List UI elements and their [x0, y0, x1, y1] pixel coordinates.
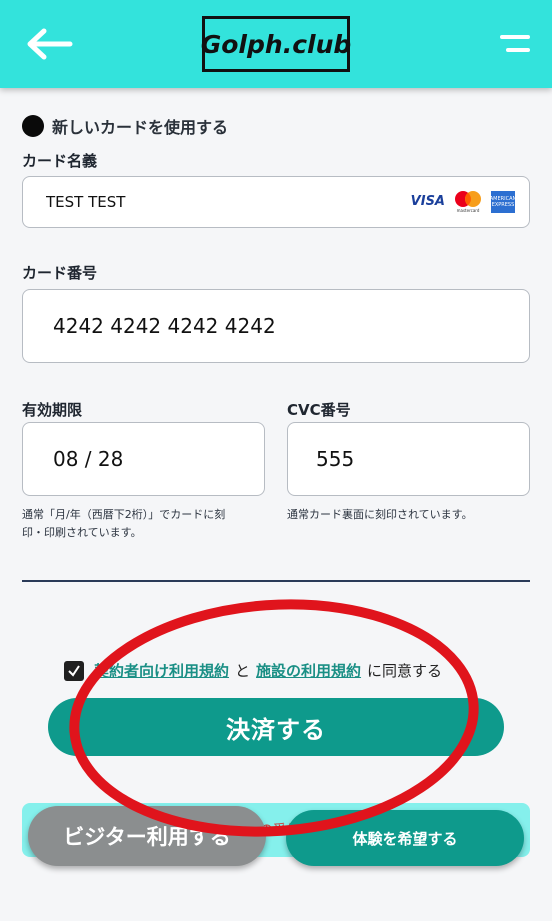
cvc-hint: 通常カード裏面に刻印されています。 — [287, 508, 473, 521]
expiry-hint-line2: 印・印刷されています。 — [22, 526, 142, 539]
visitor-use-button[interactable]: ビジター利用する — [28, 806, 266, 866]
app-header: Golph.club — [0, 0, 552, 88]
visa-icon: VISA — [410, 194, 445, 209]
menu-button[interactable] — [498, 30, 532, 58]
section-divider — [22, 580, 530, 582]
expiry-label: 有効期限 — [22, 401, 83, 419]
expiry-hint-line1: 通常「月/年（西暦下2桁）」でカードに刻 — [22, 508, 226, 521]
trial-request-button[interactable]: 体験を希望する — [286, 810, 524, 866]
amex-icon: AMERICAN EXPRESS — [490, 190, 516, 213]
new-card-label: 新しいカードを使用する — [52, 118, 229, 137]
agreement-suffix: に同意する — [367, 662, 443, 680]
golph-club-logo: Golph.club — [201, 16, 351, 72]
terms-checkbox[interactable] — [64, 660, 84, 681]
expiry-input[interactable] — [53, 423, 264, 495]
expiry-hint: 通常「月/年（西暦下2桁）」でカードに刻 印・印刷されています。 — [22, 506, 272, 542]
card-number-input[interactable] — [53, 290, 529, 362]
card-number-label: カード番号 — [22, 264, 98, 282]
card-name-field[interactable]: VISA mastercard AMERICAN EXPRESS — [22, 176, 530, 228]
agreement-connector: と — [235, 662, 251, 680]
cvc-label: CVC番号 — [287, 401, 351, 419]
mastercard-caption: mastercard — [456, 208, 480, 213]
menu-icon — [500, 35, 530, 52]
expiry-field[interactable] — [22, 422, 265, 496]
radio-selected-icon[interactable] — [22, 115, 44, 137]
cvc-input[interactable] — [316, 423, 529, 495]
card-brand-logos: VISA mastercard AMERICAN EXPRESS — [410, 190, 516, 213]
card-name-label: カード名義 — [22, 152, 98, 170]
terms-agreement: 契約者向け利用規約 と 施設の利用規約 に同意する — [64, 660, 442, 681]
checkmark-icon — [68, 664, 80, 677]
card-number-field[interactable] — [22, 289, 530, 363]
cvc-field[interactable] — [287, 422, 530, 496]
mastercard-icon: mastercard — [453, 190, 483, 213]
new-card-option[interactable]: 新しいカードを使用する — [22, 114, 228, 138]
back-button[interactable] — [24, 26, 74, 62]
facility-terms-link[interactable]: 施設の利用規約 — [256, 660, 361, 681]
back-arrow-icon — [27, 28, 73, 60]
contractor-terms-link[interactable]: 契約者向け利用規約 — [94, 660, 229, 681]
pay-button[interactable]: 決済する — [48, 698, 504, 756]
